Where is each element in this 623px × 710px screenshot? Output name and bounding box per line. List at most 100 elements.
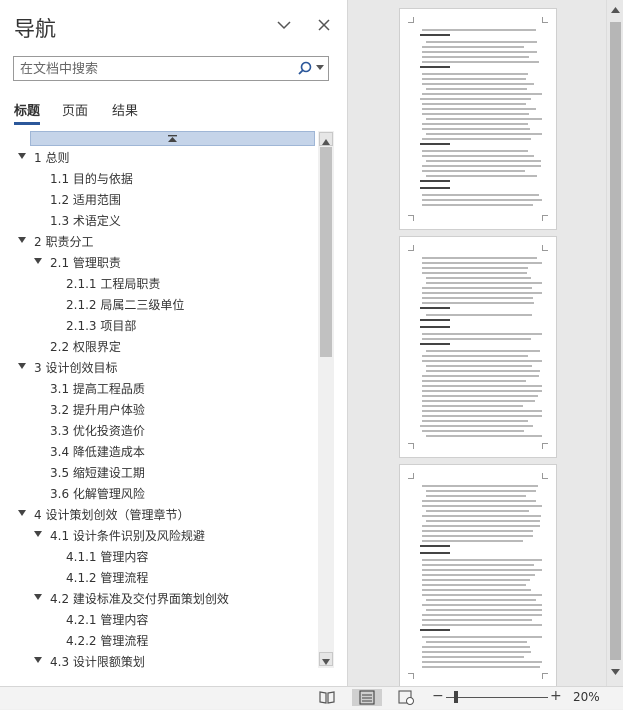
heading-item[interactable]: 3 设计创效目标 bbox=[0, 357, 318, 378]
zoom-in-button[interactable]: + bbox=[550, 688, 562, 704]
caret-down-icon[interactable] bbox=[34, 657, 42, 663]
heading-label: 3.1 提高工程品质 bbox=[50, 382, 145, 396]
heading-item[interactable]: 1.2 适用范围 bbox=[0, 189, 318, 210]
caret-down-icon[interactable] bbox=[18, 363, 26, 369]
text-line bbox=[426, 510, 529, 512]
zoom-slider[interactable] bbox=[446, 697, 548, 698]
text-line bbox=[422, 128, 530, 130]
heading-label: 4.1.1 管理内容 bbox=[66, 550, 149, 564]
text-line bbox=[422, 574, 535, 576]
print-layout-button[interactable] bbox=[352, 689, 382, 706]
scroll-up-button[interactable] bbox=[319, 132, 333, 146]
heading-item[interactable]: 4.2.2 管理流程 bbox=[0, 630, 318, 651]
heading-item[interactable]: 2.1 管理职责 bbox=[0, 252, 318, 273]
text-line bbox=[422, 569, 542, 571]
caret-down-icon[interactable] bbox=[34, 258, 42, 264]
arrow-up-icon[interactable] bbox=[607, 3, 623, 19]
text-line bbox=[422, 604, 542, 606]
heading-item[interactable]: 1.1 目的与依据 bbox=[0, 168, 318, 189]
heading-item[interactable]: 3.4 降低建造成本 bbox=[0, 441, 318, 462]
text-line bbox=[426, 118, 542, 120]
heading-item[interactable]: 3.5 缩短建设工期 bbox=[0, 462, 318, 483]
heading-label: 2.1.2 局属二三级单位 bbox=[66, 298, 185, 312]
heading-item[interactable]: 4.1 设计条件识别及风险规避 bbox=[0, 525, 318, 546]
heading-label: 1.3 术语定义 bbox=[50, 214, 121, 228]
heading-item[interactable]: 4 设计策划创效（管理章节） bbox=[0, 504, 318, 525]
arrow-down-icon[interactable] bbox=[607, 664, 623, 680]
text-line bbox=[422, 56, 529, 58]
document-page[interactable] bbox=[399, 8, 557, 230]
text-line bbox=[422, 651, 531, 653]
heading-item[interactable]: 3.3 优化投资造价 bbox=[0, 420, 318, 441]
heading-item[interactable]: 4.3 设计限额策划 bbox=[0, 651, 318, 672]
web-layout-button[interactable] bbox=[397, 689, 419, 706]
caret-down-icon[interactable] bbox=[18, 510, 26, 516]
heading-item[interactable]: 2.1.3 项目部 bbox=[0, 315, 318, 336]
heading-item[interactable]: 4.1.1 管理内容 bbox=[0, 546, 318, 567]
heading-item[interactable]: 3.6 化解管理风险 bbox=[0, 483, 318, 504]
heading-item[interactable]: 4.1.2 管理流程 bbox=[0, 567, 318, 588]
text-line bbox=[422, 636, 542, 638]
document-page[interactable] bbox=[399, 464, 557, 688]
heading-label: 4.2 建设标准及交付界面策划创效 bbox=[50, 592, 229, 606]
caret-down-icon[interactable] bbox=[34, 594, 42, 600]
page-corner-mark bbox=[408, 673, 414, 679]
search-input[interactable] bbox=[18, 59, 302, 80]
zoom-slider-thumb[interactable] bbox=[454, 691, 459, 703]
caret-down-icon[interactable] bbox=[34, 531, 42, 537]
heading-item[interactable]: 4.2.1 管理内容 bbox=[0, 609, 318, 630]
heading-item[interactable]: 2.1.1 工程局职责 bbox=[0, 273, 318, 294]
tab-pages[interactable]: 页面 bbox=[62, 100, 88, 119]
zoom-out-button[interactable]: − bbox=[432, 688, 444, 704]
heading-item[interactable]: 1 总则 bbox=[0, 147, 318, 168]
search-options-dropdown[interactable] bbox=[316, 65, 324, 70]
text-line bbox=[422, 78, 526, 80]
heading-item[interactable]: 2 职责分工 bbox=[0, 231, 318, 252]
page-corner-mark bbox=[542, 245, 548, 251]
search-icon[interactable] bbox=[298, 61, 312, 75]
text-line bbox=[422, 155, 534, 157]
caret-down-icon[interactable] bbox=[18, 237, 26, 243]
heading-item[interactable]: 4.2 建设标准及交付界面策划创效 bbox=[0, 588, 318, 609]
heading-label: 4.3 设计限额策划 bbox=[50, 655, 145, 669]
text-line bbox=[422, 415, 542, 417]
heading-label: 4.2.2 管理流程 bbox=[66, 634, 149, 648]
heading-label: 3.3 优化投资造价 bbox=[50, 424, 145, 438]
tab-headings[interactable]: 标题 bbox=[14, 100, 40, 119]
document-scrollbar-thumb[interactable] bbox=[610, 22, 621, 660]
text-line bbox=[420, 98, 531, 100]
text-line bbox=[422, 656, 524, 658]
text-line bbox=[422, 505, 542, 507]
document-page[interactable] bbox=[399, 236, 557, 458]
caret-down-icon[interactable] bbox=[18, 153, 26, 159]
heading-item[interactable]: 3.1 提高工程品质 bbox=[0, 378, 318, 399]
search-box bbox=[13, 56, 329, 81]
web-layout-icon bbox=[398, 690, 414, 705]
heading-label: 2 职责分工 bbox=[34, 235, 94, 249]
nav-scrollbar[interactable] bbox=[318, 131, 334, 668]
heading-item[interactable]: 2.1.2 局属二三级单位 bbox=[0, 294, 318, 315]
heading-label: 1.2 适用范围 bbox=[50, 193, 121, 207]
heading-item[interactable]: 2.2 权限界定 bbox=[0, 336, 318, 357]
text-line bbox=[422, 619, 532, 621]
text-line bbox=[422, 257, 537, 259]
zoom-level[interactable]: 20% bbox=[573, 690, 600, 704]
nav-scrollbar-thumb[interactable] bbox=[320, 147, 332, 357]
document-scrollbar[interactable] bbox=[606, 0, 623, 686]
heading-item[interactable]: 1.3 术语定义 bbox=[0, 210, 318, 231]
text-line bbox=[422, 338, 531, 340]
text-line bbox=[426, 599, 536, 601]
text-line bbox=[422, 204, 533, 206]
tab-results[interactable]: 结果 bbox=[112, 100, 138, 119]
text-line bbox=[422, 46, 524, 48]
heading-label: 2.1 管理职责 bbox=[50, 256, 121, 270]
document-area[interactable] bbox=[348, 0, 606, 688]
scroll-down-button[interactable] bbox=[319, 652, 333, 666]
text-line bbox=[422, 93, 542, 95]
close-pane-button[interactable] bbox=[313, 14, 335, 36]
collapse-pane-button[interactable] bbox=[273, 14, 295, 36]
scroll-to-top-band[interactable] bbox=[30, 131, 315, 146]
read-mode-button[interactable] bbox=[318, 689, 340, 706]
scroll-to-top-icon bbox=[168, 135, 177, 142]
heading-item[interactable]: 3.2 提升用户体验 bbox=[0, 399, 318, 420]
